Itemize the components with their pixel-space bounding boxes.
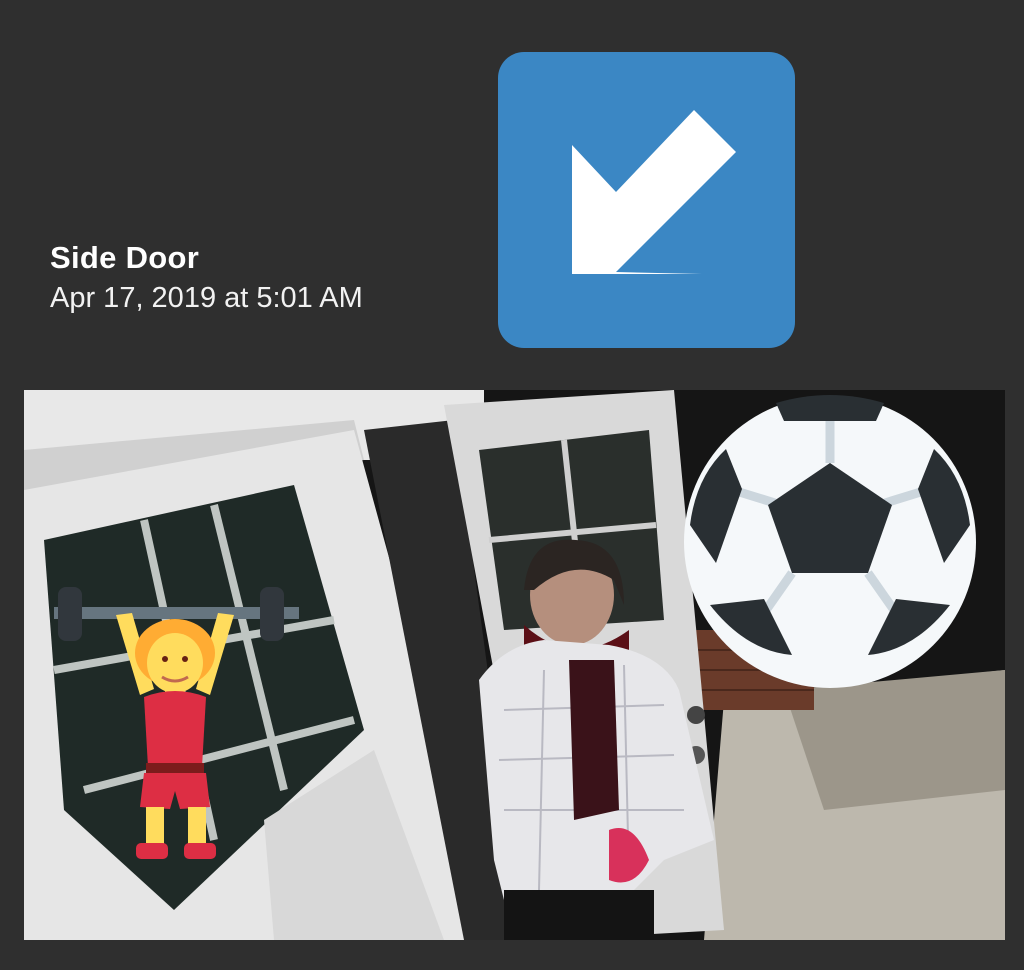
notification-header: Side Door Apr 17, 2019 at 5:01 AM	[50, 238, 363, 318]
down-left-arrow-button[interactable]	[498, 52, 795, 348]
soccer-ball-icon	[684, 395, 976, 688]
down-left-arrow-icon	[572, 110, 736, 274]
camera-name: Side Door	[50, 240, 200, 275]
event-timestamp: Apr 17, 2019 at 5:01 AM	[50, 282, 363, 314]
person-lifting-weights-icon	[54, 587, 299, 859]
